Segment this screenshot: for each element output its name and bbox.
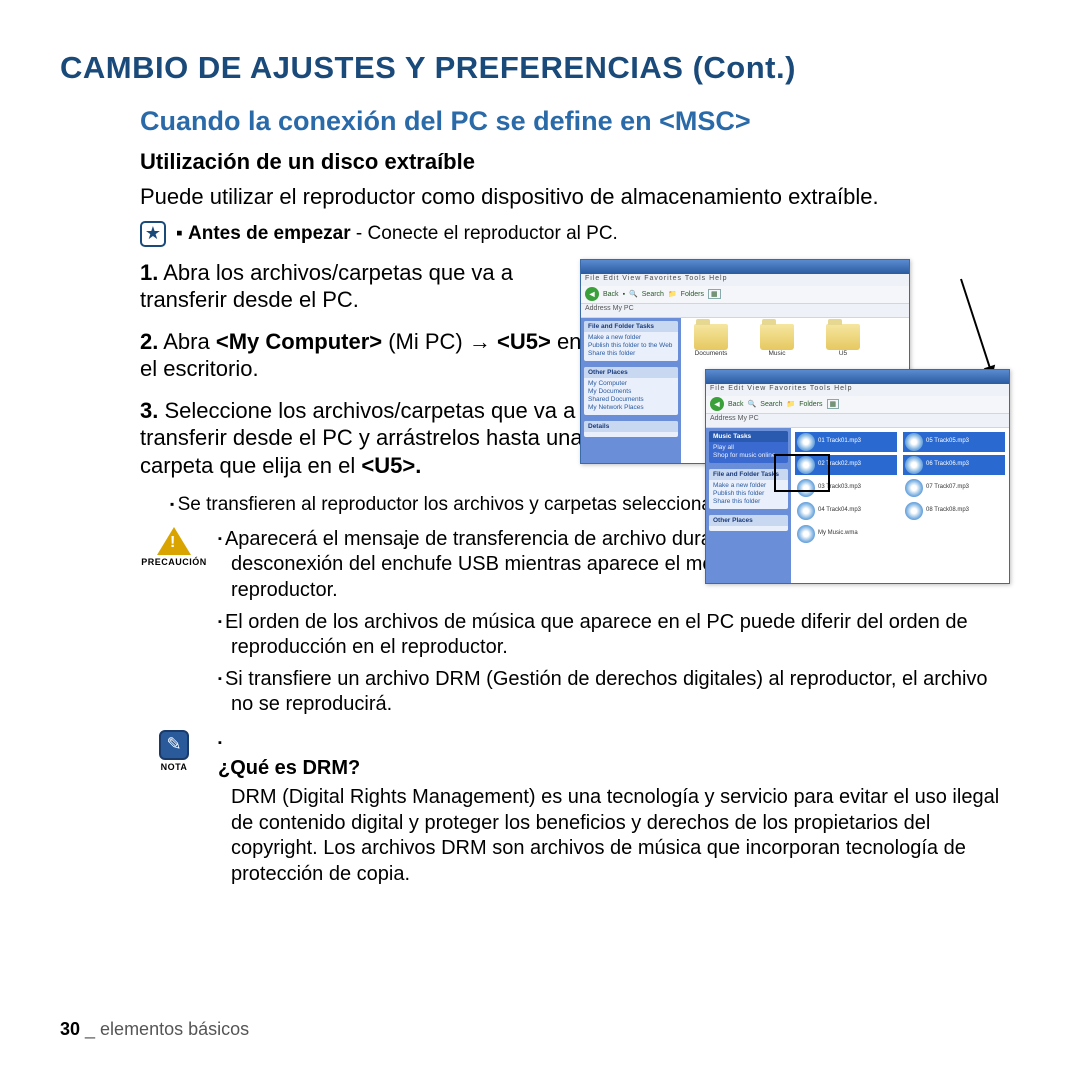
cd-icon: [905, 502, 923, 520]
cd-icon: [797, 502, 815, 520]
window-toolbar: ◄ Back ▪ 🔍Search 📁Folders ▦: [581, 286, 909, 304]
window-menubar: File Edit View Favorites Tools Help: [706, 384, 1009, 396]
note-label: NOTA: [161, 762, 188, 772]
music-file: 05 Track05.mp3: [903, 432, 1005, 452]
window-menubar: File Edit View Favorites Tools Help: [581, 274, 909, 286]
cd-icon: [797, 433, 815, 451]
note-item: ¿Qué es DRM? DRM (Digital Rights Managem…: [218, 730, 1010, 888]
section-subtitle: Cuando la conexión del PC se define en <…: [140, 106, 1020, 137]
sidebar: Music Tasks Play all Shop for music onli…: [706, 428, 791, 583]
window-toolbar: ◄ Back 🔍Search 📁Folders ▦: [706, 396, 1009, 414]
before-text: ▪ Antes de empezar - Conecte el reproduc…: [176, 223, 618, 245]
caution-label: PRECAUCIÓN: [141, 557, 207, 567]
music-file: 01 Track01.mp3: [795, 432, 897, 452]
music-file: 07 Track07.mp3: [903, 478, 1005, 498]
selection-box: [774, 454, 830, 492]
drag-arrow-icon: [960, 278, 993, 374]
caution-item: Si transfiere un archivo DRM (Gestión de…: [218, 667, 1010, 718]
page-footer: 30 _ elementos básicos: [60, 1019, 249, 1040]
address-bar: Address My PC: [581, 304, 909, 318]
cd-icon: [905, 479, 923, 497]
before-start-row: ★ ▪ Antes de empezar - Conecte el reprod…: [140, 221, 1020, 247]
page-title: CAMBIO DE AJUSTES Y PREFERENCIAS (Cont.): [60, 50, 1020, 86]
folder-icon: U5: [819, 324, 867, 357]
cd-icon: [905, 456, 923, 474]
note-icon: ✎: [159, 730, 189, 760]
sidebar: File and Folder Tasks Make a new folder …: [581, 318, 681, 463]
intro-paragraph: Puede utilizar el reproductor como dispo…: [140, 183, 1010, 211]
music-file: 08 Track08.mp3: [903, 501, 1005, 521]
subsection-heading: Utilización de un disco extraíble: [140, 149, 1020, 175]
star-icon: ★: [140, 221, 166, 247]
cd-icon: [797, 525, 815, 543]
screenshot-mock: File Edit View Favorites Tools Help ◄ Ba…: [580, 259, 1010, 464]
step-1: 1. Abra los archivos/carpetas que va a t…: [140, 259, 600, 314]
music-file: 04 Track04.mp3: [795, 501, 897, 521]
back-icon: ◄: [585, 287, 599, 301]
warning-icon: [157, 527, 191, 555]
explorer-window-2: File Edit View Favorites Tools Help ◄ Ba…: [705, 369, 1010, 584]
back-icon: ◄: [710, 397, 724, 411]
music-file: 06 Track06.mp3: [903, 455, 1005, 475]
window-titlebar: [581, 260, 909, 274]
steps-container: 1. Abra los archivos/carpetas que va a t…: [140, 259, 1010, 480]
note-block: ✎ NOTA ¿Qué es DRM? DRM (Digital Rights …: [140, 730, 1010, 894]
music-file: My Music.wma: [795, 524, 897, 544]
folder-icon: Documents: [687, 324, 735, 357]
cd-icon: [905, 433, 923, 451]
file-list: 01 Track01.mp3 05 Track05.mp3 02 Track02…: [791, 428, 1009, 583]
address-bar: Address My PC: [706, 414, 1009, 428]
folder-icon: Music: [753, 324, 801, 357]
caution-item: El orden de los archivos de música que a…: [218, 610, 1010, 661]
window-titlebar: [706, 370, 1009, 384]
step-3: 3. Seleccione los archivos/carpetas que …: [140, 397, 600, 480]
step-2: 2. Abra <My Computer> (Mi PC) → <U5> en …: [140, 328, 600, 383]
